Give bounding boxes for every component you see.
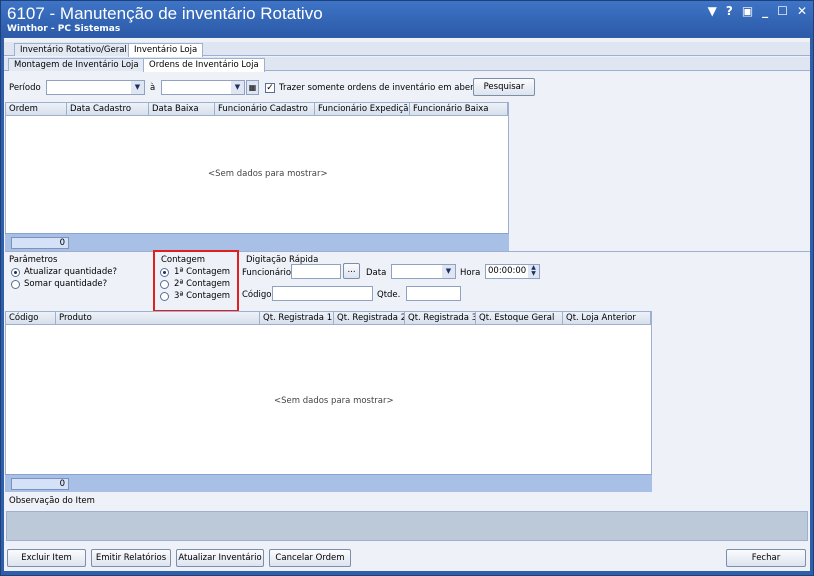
excluir-item-button[interactable]: Excluir Item [7,549,86,567]
col-data-cadastro[interactable]: Data Cadastro [67,103,149,115]
a-label: à [150,83,156,93]
funcionario-input[interactable] [291,264,341,279]
somar-quantidade-label: Somar quantidade? [24,279,108,289]
products-grid-header: Código Produto Qt. Registrada 1 Qt. Regi… [6,312,651,325]
orders-grid-footer: 0 [5,233,509,251]
hora-value: 00:00:00 [488,266,527,276]
tab-inventario-loja[interactable]: Inventário Loja [128,43,204,57]
contagem-title: Contagem [161,255,205,265]
contagem-1-radio[interactable] [160,268,169,277]
products-grid-empty: <Sem dados para mostrar> [274,396,394,406]
top-tab-row: Inventário Rotativo/Geral Inventário Loj… [4,42,810,57]
orders-count: 0 [11,237,69,249]
col-qt-registrada-2[interactable]: Qt. Registrada 2 [334,312,405,324]
atualizar-quantidade-label: Atualizar quantidade? [24,267,117,277]
col-funcionario-baixa[interactable]: Funcionário Baixa [410,103,508,115]
client-area: Inventário Rotativo/Geral Inventário Loj… [4,38,810,571]
app-window: 6107 - Manutenção de inventário Rotativo… [0,0,814,576]
open-orders-label: Trazer somente ordens de inventário em a… [279,83,487,93]
contagem-3-radio[interactable] [160,292,169,301]
fechar-button[interactable]: Fechar [726,549,806,567]
window-title: 6107 - Manutenção de inventário Rotativo [7,4,323,23]
products-count: 0 [11,478,69,490]
col-data-baixa[interactable]: Data Baixa [149,103,215,115]
close-icon[interactable]: ✕ [797,4,807,18]
codigo-input[interactable] [272,286,373,301]
title-bar: 6107 - Manutenção de inventário Rotativo… [1,1,813,37]
tab-inventario-rotativo-geral[interactable]: Inventário Rotativo/Geral [14,43,133,56]
maximize-icon[interactable]: ☐ [777,4,788,18]
menu-down-icon[interactable]: ▼ [708,4,717,18]
chevron-down-icon[interactable]: ▼ [231,81,244,94]
col-produto[interactable]: Produto [56,312,260,324]
periodo-start-dropdown[interactable]: ▼ [46,80,145,95]
calendar-icon[interactable]: ▦ [246,80,259,95]
somar-quantidade-radio[interactable] [11,280,20,289]
col-qt-estoque-geral[interactable]: Qt. Estoque Geral [476,312,563,324]
data-label: Data [366,268,387,278]
restore-icon[interactable]: ▣ [742,4,753,18]
tab-ordens-inventario-loja[interactable]: Ordens de Inventário Loja [143,58,265,72]
col-qt-registrada-3[interactable]: Qt. Registrada 3 [405,312,476,324]
atualizar-inventario-button[interactable]: Atualizar Inventário [176,549,264,567]
col-qt-registrada-1[interactable]: Qt. Registrada 1 [260,312,334,324]
cancelar-ordem-button[interactable]: Cancelar Ordem [269,549,351,567]
data-dropdown[interactable]: ▼ [391,264,456,279]
hora-spin-icon[interactable]: ▲ ▼ [528,265,539,278]
qtde-label: Qtde. [377,290,401,300]
minimize-icon[interactable]: _ [762,4,768,18]
chevron-down-icon[interactable]: ▼ [131,81,144,94]
contagem-1-label: 1ª Contagem [174,267,231,277]
periodo-label: Período [9,83,41,93]
contagem-2-radio[interactable] [160,280,169,289]
window-controls: ▼ ? ▣ _ ☐ ✕ [708,4,807,18]
orders-grid-empty: <Sem dados para mostrar> [208,169,328,179]
observacao-label: Observação do Item [9,496,95,506]
funcionario-lookup-button[interactable]: ... [343,263,360,279]
atualizar-quantidade-radio[interactable] [11,268,20,277]
col-funcionario-cadastro[interactable]: Funcionário Cadastro [215,103,315,115]
products-grid: Código Produto Qt. Registrada 1 Qt. Regi… [5,311,652,492]
products-grid-footer: 0 [5,474,652,492]
observacao-textarea[interactable] [6,511,808,541]
pesquisar-button[interactable]: Pesquisar [473,78,535,96]
contagem-3-label: 3ª Contagem [174,291,231,301]
chevron-down-icon[interactable]: ▼ [442,265,455,278]
col-qt-loja-anterior[interactable]: Qt. Loja Anterior [563,312,651,324]
window-subtitle: Winthor - PC Sistemas [7,24,121,34]
emitir-relatorios-button[interactable]: Emitir Relatórios [91,549,171,567]
sub-tab-row: Montagem de Inventário Loja Ordens de In… [4,57,810,72]
qtde-input[interactable] [406,286,461,301]
col-funcionario-expedicao[interactable]: Funcionário Expedição [315,103,410,115]
parametros-title: Parâmetros [9,255,58,265]
open-orders-checkbox[interactable]: ✓ [265,83,275,93]
col-codigo[interactable]: Código [6,312,56,324]
divider [5,251,810,252]
contagem-2-label: 2ª Contagem [174,279,231,289]
col-ordem[interactable]: Ordem [6,103,67,115]
help-icon[interactable]: ? [726,4,733,18]
codigo-label: Código [242,290,272,300]
funcionario-label: Funcionário [242,268,292,278]
periodo-end-dropdown[interactable]: ▼ [161,80,245,95]
tab-montagem-inventario-loja[interactable]: Montagem de Inventário Loja [8,58,145,71]
orders-grid-header: Ordem Data Cadastro Data Baixa Funcionár… [6,103,508,116]
hora-label: Hora [460,268,481,278]
orders-grid: Ordem Data Cadastro Data Baixa Funcionár… [5,102,509,252]
